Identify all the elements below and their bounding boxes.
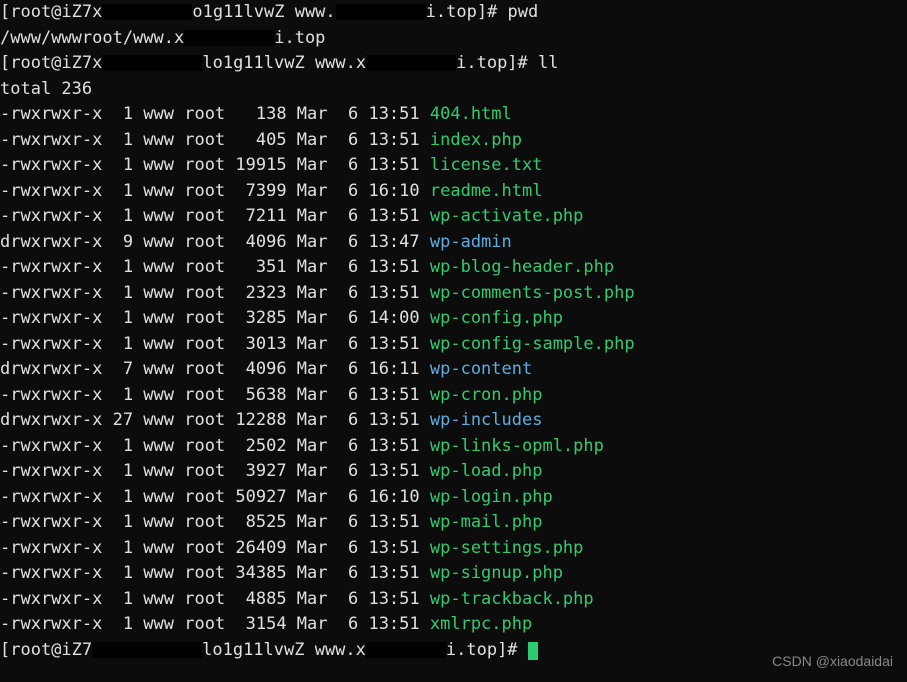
file-perms: -rwxrwxr-x 1 www root 2502 Mar 6 13:51: [0, 436, 430, 456]
file-perms: -rwxrwxr-x 1 www root 50927 Mar 6 16:10: [0, 487, 430, 507]
file-name: wp-activate.php: [430, 206, 584, 226]
list-item: -rwxrwxr-x 1 www root 7399 Mar 6 16:10 r…: [0, 179, 635, 205]
watermark: CSDN @xiaodaidai: [772, 651, 893, 672]
file-perms: -rwxrwxr-x 1 www root 2323 Mar 6 13:51: [0, 283, 430, 303]
prompt-line-3: [root@iZ7 lo1g11lvwZ www.x i.top]#: [0, 638, 635, 664]
file-name: wp-config-sample.php: [430, 334, 635, 354]
file-perms: drwxrwxr-x 9 www root 4096 Mar 6 13:47: [0, 232, 430, 252]
file-name: wp-login.php: [430, 487, 553, 507]
total-line: total 236: [0, 77, 635, 103]
list-item: -rwxrwxr-x 1 www root 2323 Mar 6 13:51 w…: [0, 281, 635, 307]
prompt-suffix: i.top]#: [426, 2, 508, 22]
file-perms: -rwxrwxr-x 1 www root 3927 Mar 6 13:51: [0, 461, 430, 481]
list-item: drwxrwxr-x 7 www root 4096 Mar 6 16:11 w…: [0, 357, 635, 383]
list-item: -rwxrwxr-x 1 www root 3927 Mar 6 13:51 w…: [0, 459, 635, 485]
file-perms: -rwxrwxr-x 1 www root 34385 Mar 6 13:51: [0, 563, 430, 583]
file-name: wp-includes: [430, 410, 543, 430]
redacted-block: [102, 4, 192, 20]
file-perms: -rwxrwxr-x 1 www root 3154 Mar 6 13:51: [0, 614, 430, 634]
file-perms: -rwxrwxr-x 1 www root 351 Mar 6 13:51: [0, 257, 430, 277]
file-name: wp-signup.php: [430, 563, 563, 583]
file-name: license.txt: [430, 155, 543, 175]
file-name: wp-comments-post.php: [430, 283, 635, 303]
terminal-cursor: [528, 642, 538, 660]
file-name: wp-settings.php: [430, 538, 584, 558]
redacted-block: [184, 30, 274, 46]
file-name: index.php: [430, 130, 522, 150]
list-item: -rwxrwxr-x 1 www root 405 Mar 6 13:51 in…: [0, 128, 635, 154]
redacted-block: [366, 642, 446, 658]
file-name: wp-blog-header.php: [430, 257, 614, 277]
list-item: -rwxrwxr-x 1 www root 3154 Mar 6 13:51 x…: [0, 612, 635, 638]
command-pwd: pwd: [508, 2, 539, 22]
list-item: -rwxrwxr-x 1 www root 26409 Mar 6 13:51 …: [0, 536, 635, 562]
terminal-output[interactable]: [root@iZ7x o1g11lvwZ www. i.top]# pwd /www…: [0, 0, 635, 663]
list-item: -rwxrwxr-x 1 www root 7211 Mar 6 13:51 w…: [0, 204, 635, 230]
file-perms: -rwxrwxr-x 1 www root 3285 Mar 6 14:00: [0, 308, 430, 328]
command-ll: ll: [538, 53, 558, 73]
prompt-middle: lo1g11lvwZ www.x: [202, 53, 366, 73]
file-listing: -rwxrwxr-x 1 www root 138 Mar 6 13:51 40…: [0, 102, 635, 638]
prompt-suffix: i.top]#: [446, 640, 528, 660]
file-perms: -rwxrwxr-x 1 www root 7211 Mar 6 13:51: [0, 206, 430, 226]
list-item: -rwxrwxr-x 1 www root 4885 Mar 6 13:51 w…: [0, 587, 635, 613]
list-item: drwxrwxr-x 27 www root 12288 Mar 6 13:51…: [0, 408, 635, 434]
file-name: wp-config.php: [430, 308, 563, 328]
prompt-prefix: [root@iZ7: [0, 640, 92, 660]
file-name: wp-trackback.php: [430, 589, 594, 609]
prompt-prefix: [root@iZ7x: [0, 2, 102, 22]
prompt-prefix: [root@iZ7x: [0, 53, 102, 73]
redacted-block: [366, 55, 456, 71]
file-perms: -rwxrwxr-x 1 www root 19915 Mar 6 13:51: [0, 155, 430, 175]
prompt-line-1: [root@iZ7x o1g11lvwZ www. i.top]# pwd: [0, 0, 635, 26]
list-item: -rwxrwxr-x 1 www root 50927 Mar 6 16:10 …: [0, 485, 635, 511]
file-perms: -rwxrwxr-x 1 www root 26409 Mar 6 13:51: [0, 538, 430, 558]
prompt-line-2: [root@iZ7x lo1g11lvwZ www.x i.top]# ll: [0, 51, 635, 77]
file-perms: -rwxrwxr-x 1 www root 5638 Mar 6 13:51: [0, 385, 430, 405]
path-prefix: /www/wwwroot/www.x: [0, 28, 184, 48]
list-item: -rwxrwxr-x 1 www root 3285 Mar 6 14:00 w…: [0, 306, 635, 332]
file-name: wp-admin: [430, 232, 512, 252]
file-name: wp-mail.php: [430, 512, 543, 532]
list-item: drwxrwxr-x 9 www root 4096 Mar 6 13:47 w…: [0, 230, 635, 256]
file-perms: -rwxrwxr-x 1 www root 8525 Mar 6 13:51: [0, 512, 430, 532]
redacted-block: [102, 55, 202, 71]
redacted-block: [92, 642, 202, 658]
list-item: -rwxrwxr-x 1 www root 34385 Mar 6 13:51 …: [0, 561, 635, 587]
prompt-middle: lo1g11lvwZ www.x: [202, 640, 366, 660]
prompt-middle: o1g11lvwZ www.: [192, 2, 335, 22]
list-item: -rwxrwxr-x 1 www root 138 Mar 6 13:51 40…: [0, 102, 635, 128]
file-name: wp-content: [430, 359, 532, 379]
file-perms: -rwxrwxr-x 1 www root 405 Mar 6 13:51: [0, 130, 430, 150]
list-item: -rwxrwxr-x 1 www root 8525 Mar 6 13:51 w…: [0, 510, 635, 536]
file-name: 404.html: [430, 104, 512, 124]
redacted-block: [336, 4, 426, 20]
file-perms: -rwxrwxr-x 1 www root 7399 Mar 6 16:10: [0, 181, 430, 201]
file-name: wp-cron.php: [430, 385, 543, 405]
file-perms: drwxrwxr-x 27 www root 12288 Mar 6 13:51: [0, 410, 430, 430]
file-name: wp-links-opml.php: [430, 436, 604, 456]
file-perms: drwxrwxr-x 7 www root 4096 Mar 6 16:11: [0, 359, 430, 379]
file-perms: -rwxrwxr-x 1 www root 138 Mar 6 13:51: [0, 104, 430, 124]
path-suffix: i.top: [274, 28, 325, 48]
file-name: xmlrpc.php: [430, 614, 532, 634]
prompt-suffix: i.top]#: [456, 53, 538, 73]
list-item: -rwxrwxr-x 1 www root 2502 Mar 6 13:51 w…: [0, 434, 635, 460]
file-perms: -rwxrwxr-x 1 www root 3013 Mar 6 13:51: [0, 334, 430, 354]
list-item: -rwxrwxr-x 1 www root 3013 Mar 6 13:51 w…: [0, 332, 635, 358]
list-item: -rwxrwxr-x 1 www root 5638 Mar 6 13:51 w…: [0, 383, 635, 409]
list-item: -rwxrwxr-x 1 www root 19915 Mar 6 13:51 …: [0, 153, 635, 179]
file-name: readme.html: [430, 181, 543, 201]
list-item: -rwxrwxr-x 1 www root 351 Mar 6 13:51 wp…: [0, 255, 635, 281]
pwd-output: /www/wwwroot/www.x i.top: [0, 26, 635, 52]
file-name: wp-load.php: [430, 461, 543, 481]
file-perms: -rwxrwxr-x 1 www root 4885 Mar 6 13:51: [0, 589, 430, 609]
